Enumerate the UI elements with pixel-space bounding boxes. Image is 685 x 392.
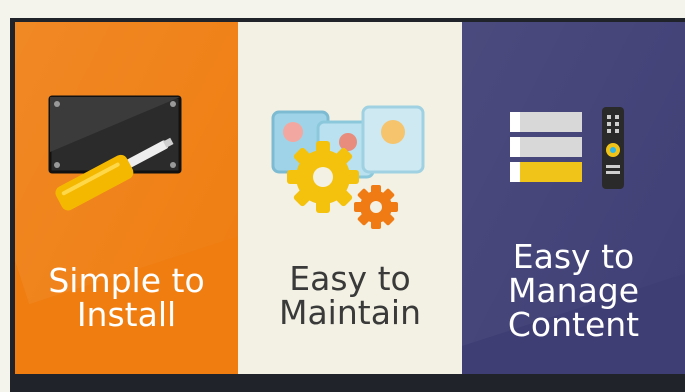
gears-icon [271, 105, 425, 229]
panel-simple-to-install: Simple to Install [15, 22, 238, 374]
panel-easy-to-maintain: Easy to Maintain [238, 22, 462, 374]
panel-title: Easy to Maintain [278, 259, 422, 332]
panel-title: Easy to Manage Content [507, 237, 640, 344]
screwdriver-monitor-icon [48, 95, 182, 211]
panel-easy-to-manage-content: Easy to Manage Content [462, 22, 685, 374]
remote-playlist-icon [510, 107, 624, 189]
panel-title: Simple to Install [48, 261, 205, 334]
